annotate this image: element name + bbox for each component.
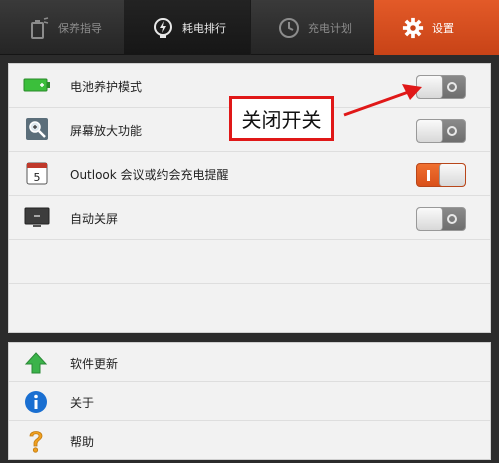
tab-label: 耗电排行 <box>182 21 226 35</box>
menu-item-label: 帮助 <box>70 435 95 449</box>
battery-icon <box>23 72 51 98</box>
tab-maintenance-guide[interactable]: 保养指导 <box>0 0 124 55</box>
setting-label: 屏幕放大功能 <box>70 124 143 138</box>
gear-icon <box>402 17 424 39</box>
up-arrow-icon <box>23 350 49 376</box>
auto-screen-off-toggle[interactable] <box>416 207 466 231</box>
tab-power-ranking[interactable]: 耗电排行 <box>124 0 250 55</box>
annotation-text: 关闭开关 <box>241 108 322 132</box>
menu-item-label: 软件更新 <box>70 357 119 371</box>
help-icon <box>23 428 49 454</box>
tab-label: 充电计划 <box>308 21 352 35</box>
menu-item-label: 关于 <box>70 396 95 410</box>
toggle-off-indicator <box>447 214 457 224</box>
annotation-box: 关闭开关 <box>229 96 334 141</box>
tab-label: 设置 <box>432 21 454 35</box>
tab-label: 保养指导 <box>58 21 102 35</box>
battery-care-icon <box>28 16 50 39</box>
toggle-knob <box>439 164 465 186</box>
setting-label: Outlook 会议或约会充电提醒 <box>70 168 229 182</box>
tab-settings[interactable]: 设置 <box>374 0 499 55</box>
empty-row <box>9 240 490 284</box>
menu-item-about[interactable]: 关于 <box>9 382 490 421</box>
screen-magnifier-toggle[interactable] <box>416 119 466 143</box>
calendar-day: 5 <box>34 171 41 184</box>
annotation-arrow <box>343 84 422 117</box>
empty-row <box>9 284 490 328</box>
menu-item-help[interactable]: 帮助 <box>9 421 490 460</box>
monitor-icon <box>23 204 51 230</box>
setting-label: 自动关屏 <box>70 212 119 226</box>
toggle-knob <box>417 208 443 230</box>
top-tab-bar: 保养指导 耗电排行 充电计划 设置 <box>0 0 499 55</box>
bottom-menu-panel: 软件更新 关于 帮助 <box>8 342 491 460</box>
toggle-off-indicator <box>447 82 457 92</box>
lightning-bulb-icon <box>152 17 174 39</box>
magnifier-icon <box>23 116 51 142</box>
setting-row-auto-screen-off: 自动关屏 <box>9 196 490 240</box>
info-icon <box>23 389 49 415</box>
tab-charge-plan[interactable]: 充电计划 <box>250 0 374 55</box>
clock-icon <box>278 17 300 39</box>
toggle-on-indicator <box>427 170 430 181</box>
setting-label: 电池养护模式 <box>70 80 143 94</box>
toggle-knob <box>417 120 443 142</box>
outlook-reminder-toggle[interactable] <box>416 163 466 187</box>
toggle-off-indicator <box>447 126 457 136</box>
calendar-icon: 5 <box>23 160 51 186</box>
menu-item-software-update[interactable]: 软件更新 <box>9 343 490 382</box>
setting-row-outlook-reminder: 5 Outlook 会议或约会充电提醒 <box>9 152 490 196</box>
